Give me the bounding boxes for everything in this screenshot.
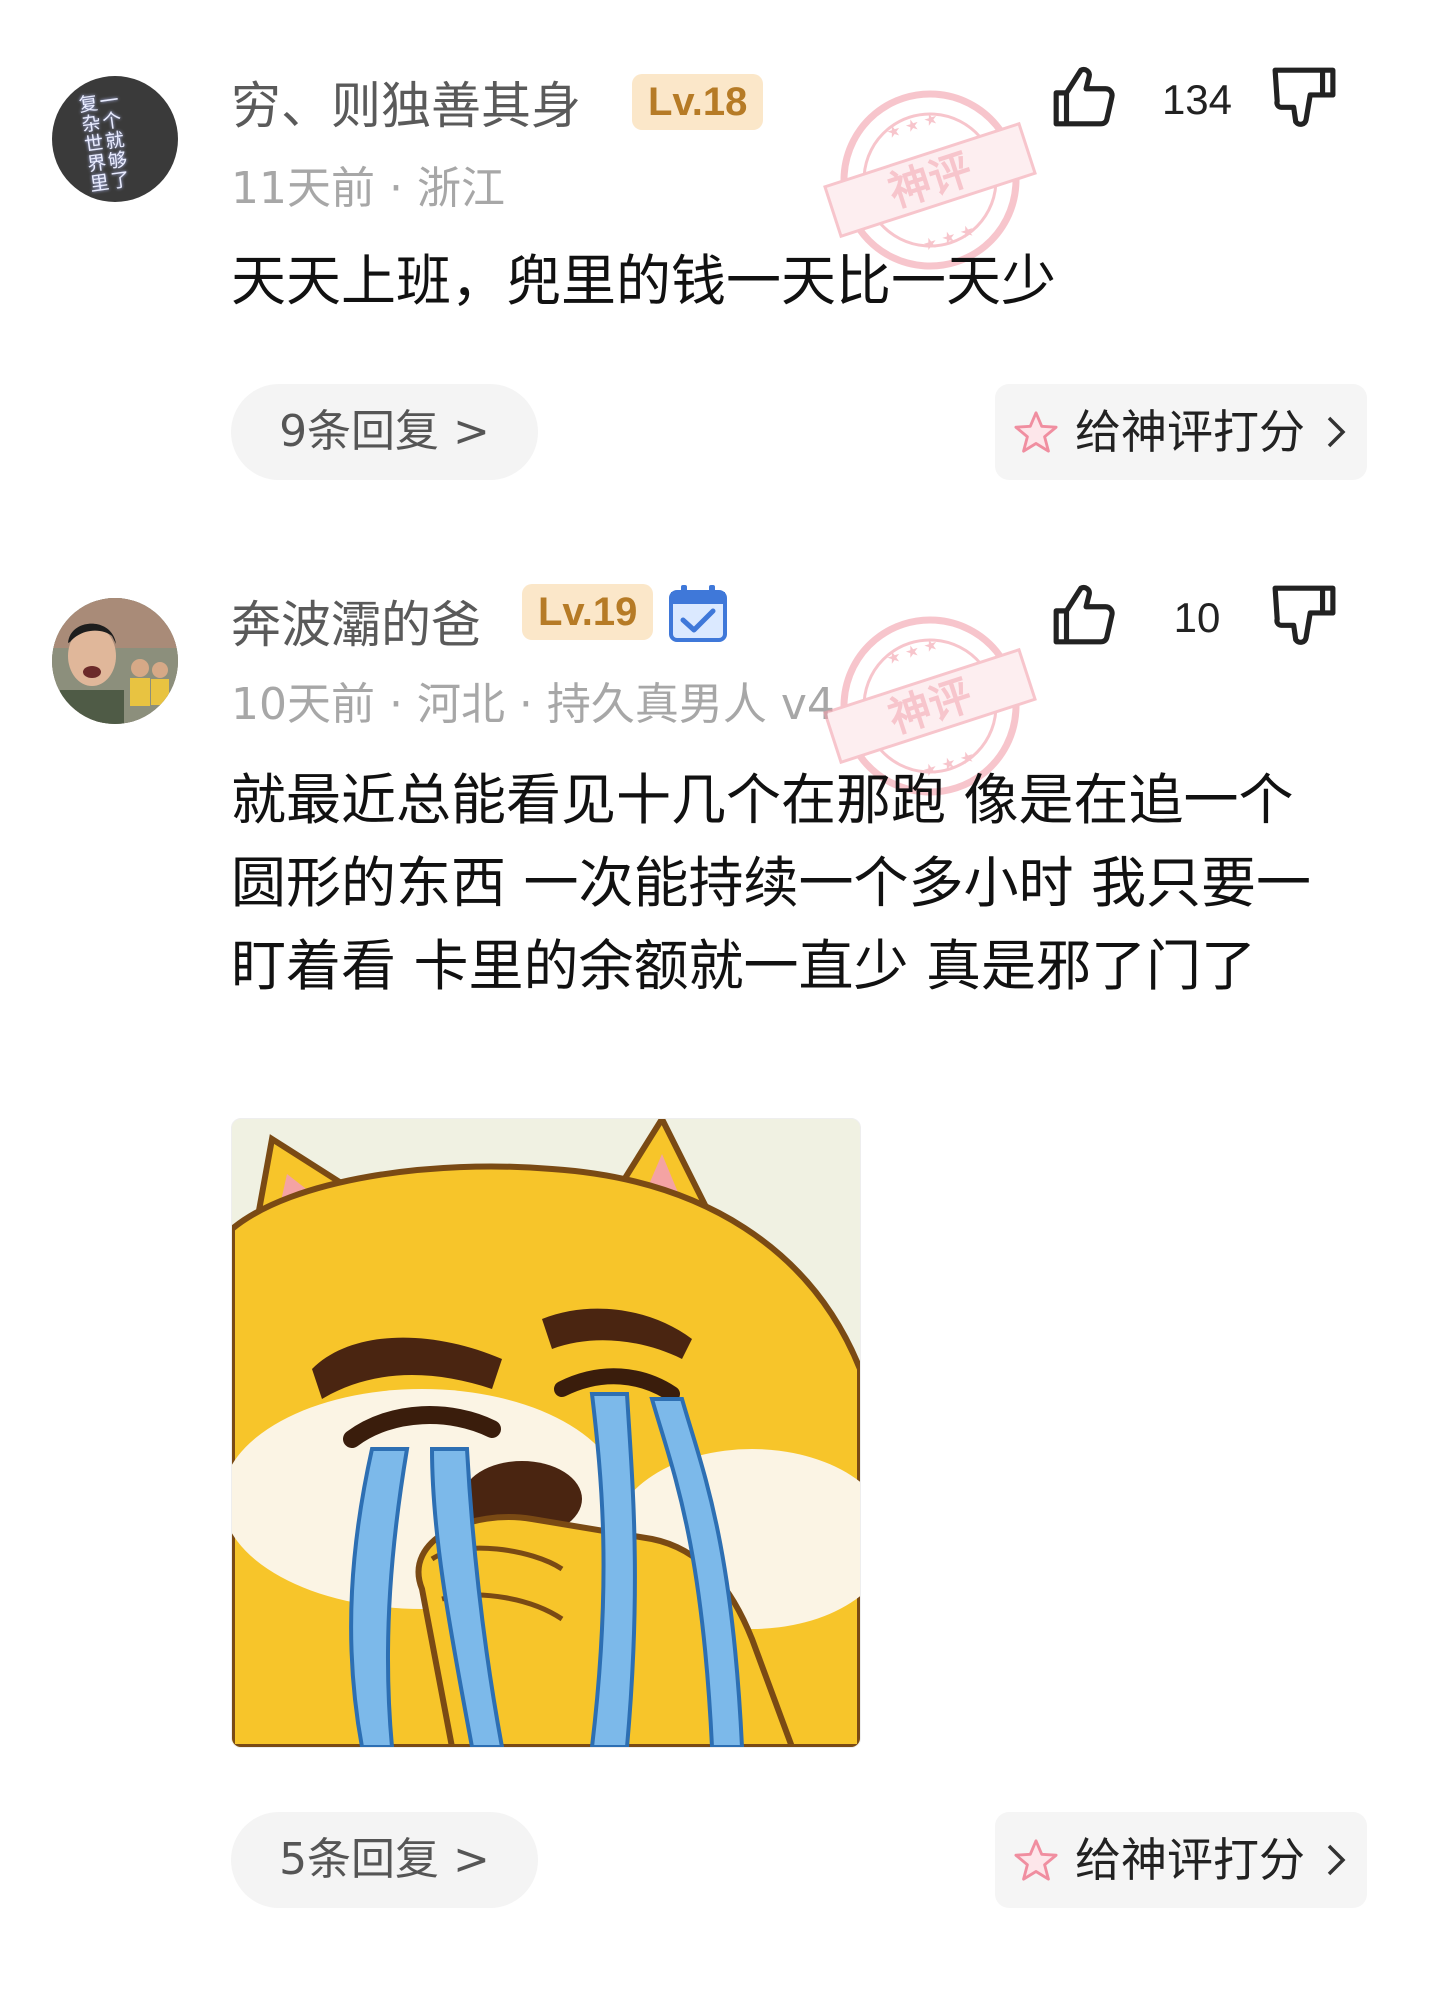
stamp-text: 神评 [883,670,978,743]
stamp-text: 神评 [883,144,978,217]
comment-meta: 10天前 · 河北 · 持久真男人 v4 [231,679,835,730]
comment-meta: 11天前 · 浙江 [231,163,505,214]
view-replies-button[interactable]: 5条回复 > [231,1812,538,1908]
svg-text:★ ★ ★: ★ ★ ★ [884,108,940,143]
username[interactable]: 奔波灞的爸 [231,585,481,657]
comment-text: 天天上班，兜里的钱一天比一天少 [231,249,1057,313]
star-icon [1014,1839,1058,1881]
comment-card: 奔波灞的爸 Lv.19 10天前 · 河北 · 持久真男人 v4 神评 ★ ★ … [0,520,1440,2011]
like-count: 10 [1173,594,1221,641]
like-count: 134 [1161,76,1233,123]
crying-cat-sticker[interactable] [231,1118,861,1748]
username[interactable]: 穷、则独善其身 [231,66,581,138]
rate-god-comment-button[interactable]: 给神评打分 [995,1812,1367,1908]
thumb-up-icon[interactable] [1050,582,1116,648]
rate-label: 给神评打分 [1075,405,1305,459]
avatar-photo [52,598,178,724]
avatar[interactable]: 一个就够了复杂世界里 [52,76,178,202]
thumb-up-icon[interactable] [1050,64,1116,130]
avatar[interactable] [52,598,178,724]
star-icon [1014,411,1058,453]
thumb-down-icon[interactable] [1270,582,1338,648]
avatar-caption: 一个就够了复杂世界里 [74,89,132,195]
svg-text:★ ★ ★: ★ ★ ★ [884,634,940,669]
thumb-down-icon[interactable] [1270,64,1338,130]
chevron-right-icon [1327,1844,1346,1876]
level-badge: Lv.18 [632,74,764,130]
rate-label: 给神评打分 [1075,1833,1305,1887]
comment-card: 一个就够了复杂世界里 穷、则独善其身 Lv.18 11天前 · 浙江 神评 ★ … [0,0,1440,520]
level-badge: Lv.19 [522,584,654,640]
rate-god-comment-button[interactable]: 给神评打分 [995,384,1367,480]
crying-cat-image [232,1119,860,1747]
chevron-right-icon [1327,416,1346,448]
calendar-check-icon [669,585,727,642]
comment-text: 就最近总能看见十几个在那跑 像是在追一个圆形的东西 一次能持续一个多小时 我只要… [231,768,1311,998]
view-replies-button[interactable]: 9条回复 > [231,384,538,480]
